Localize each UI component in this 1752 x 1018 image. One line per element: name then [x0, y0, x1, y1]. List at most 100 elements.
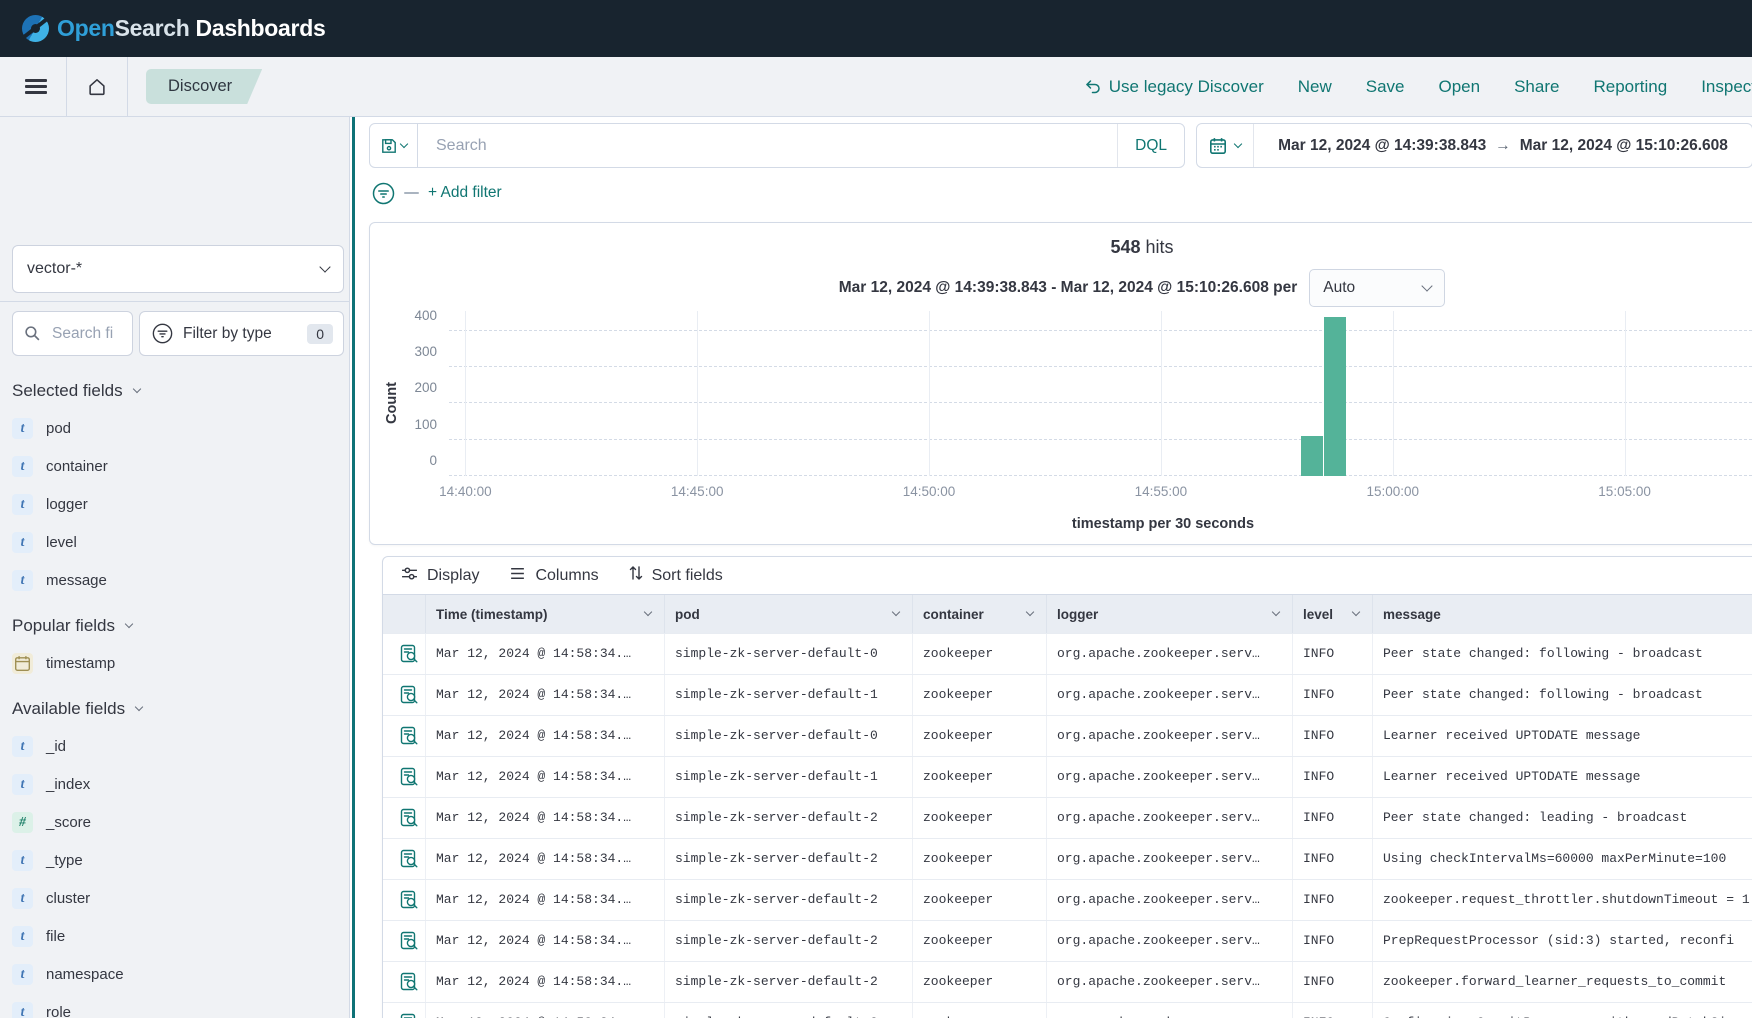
save-icon	[381, 138, 397, 154]
x-gridline	[1393, 311, 1394, 476]
cell-container: zookeeper	[912, 962, 1046, 1002]
field-name: cluster	[46, 890, 90, 907]
menu-item-inspect[interactable]: Inspect	[1701, 77, 1752, 97]
add-filter-button[interactable]: + Add filter	[428, 184, 502, 202]
chevron-down-icon	[135, 703, 143, 711]
sidebar-field-item-role[interactable]: trole	[12, 1001, 344, 1018]
column-header-message[interactable]: message	[1372, 595, 1752, 633]
column-header-level[interactable]: level	[1292, 595, 1372, 633]
filter-by-type-button[interactable]: Filter by type 0	[139, 311, 344, 356]
y-tick-label: 200	[397, 380, 437, 395]
column-header-pod[interactable]: pod	[664, 595, 912, 633]
dql-button[interactable]: DQL	[1117, 124, 1184, 167]
inspect-document-button[interactable]	[399, 808, 420, 829]
column-header-label: level	[1303, 607, 1333, 622]
cell-container: zookeeper	[912, 839, 1046, 879]
string-field-icon: t	[12, 926, 33, 947]
menu-item-use-legacy-discover[interactable]: Use legacy Discover	[1085, 77, 1264, 97]
histogram-bar[interactable]	[1301, 436, 1323, 476]
x-gridline	[929, 311, 930, 476]
display-button[interactable]: Display	[401, 565, 479, 587]
sidebar-field-item-id[interactable]: t_id	[12, 735, 344, 757]
opensearch-logo-icon[interactable]	[22, 15, 49, 42]
inspect-document-icon	[399, 767, 420, 788]
menu-item-label: Reporting	[1593, 77, 1667, 97]
brand-wordmark: OpenSearchDashboards	[57, 15, 325, 42]
histogram: Count 010020030040014:40:0014:45:0014:50…	[370, 311, 1752, 543]
sidebar-field-sections: Selected fields tpod tcontainer tlogger tlev…	[12, 381, 344, 1018]
inspect-document-button[interactable]	[399, 849, 420, 870]
date-range[interactable]: Mar 12, 2024 @ 14:39:38.843→Mar 12, 2024…	[1254, 137, 1752, 155]
toolbar-divider	[66, 57, 67, 117]
menu-item-save[interactable]: Save	[1366, 77, 1405, 97]
x-axis-label: timestamp per 30 seconds	[449, 516, 1752, 532]
sidebar-field-item-logger[interactable]: tlogger	[12, 493, 344, 515]
column-header-container[interactable]: container	[912, 595, 1046, 633]
y-tick-label: 100	[397, 417, 437, 432]
sidebar-section-title-available-fields[interactable]: Available fields	[12, 699, 344, 719]
filter-icon[interactable]	[372, 182, 395, 205]
cell-logger: org.apache.zookeeper.serv…	[1046, 962, 1292, 1002]
menu-item-open[interactable]: Open	[1439, 77, 1481, 97]
sidebar-section-title-selected-fields[interactable]: Selected fields	[12, 381, 344, 401]
inspect-document-button[interactable]	[399, 890, 420, 911]
cell-level: INFO	[1292, 675, 1372, 715]
inspect-document-button[interactable]	[399, 1013, 420, 1018]
hits-subtitle: Mar 12, 2024 @ 14:39:38.843 - Mar 12, 20…	[839, 279, 1298, 297]
sidebar-field-item-pod[interactable]: tpod	[12, 417, 344, 439]
inspect-document-button[interactable]	[399, 972, 420, 993]
menu-button[interactable]	[16, 67, 56, 107]
inspect-document-button[interactable]	[399, 644, 420, 665]
x-gridline	[697, 311, 698, 476]
field-search-input[interactable]	[50, 324, 124, 344]
sidebar-section-title-popular-fields[interactable]: Popular fields	[12, 616, 344, 636]
home-button[interactable]	[77, 67, 117, 107]
search-input[interactable]	[434, 136, 1117, 156]
menu-item-share[interactable]: Share	[1514, 77, 1559, 97]
field-name: namespace	[46, 966, 124, 983]
cell-container: zookeeper	[912, 880, 1046, 920]
interval-select[interactable]: Auto	[1309, 269, 1445, 307]
date-to[interactable]: Mar 12, 2024 @ 15:10:26.608	[1520, 137, 1728, 154]
column-header-time-timestamp[interactable]: Time (timestamp)	[425, 595, 664, 633]
sidebar-field-item-type[interactable]: t_type	[12, 849, 344, 871]
cell-time: Mar 12, 2024 @ 14:58:34.…	[425, 798, 664, 838]
sidebar-field-item-file[interactable]: tfile	[12, 925, 344, 947]
sidebar-field-item-cluster[interactable]: tcluster	[12, 887, 344, 909]
brand-search: Search	[115, 15, 190, 41]
breadcrumb-discover[interactable]: Discover	[146, 69, 262, 104]
inspect-document-button[interactable]	[399, 767, 420, 788]
expand-cell	[383, 962, 425, 1002]
date-picker-quick-button[interactable]	[1197, 124, 1254, 167]
sidebar-field-item-container[interactable]: tcontainer	[12, 455, 344, 477]
y-gridline	[449, 366, 1752, 367]
sidebar-field-item-index[interactable]: t_index	[12, 773, 344, 795]
date-from[interactable]: Mar 12, 2024 @ 14:39:38.843	[1278, 137, 1486, 154]
sort-icon	[629, 565, 643, 586]
string-field-icon: t	[12, 774, 33, 795]
saved-query-button[interactable]	[370, 124, 418, 167]
columns-button[interactable]: Columns	[509, 565, 598, 587]
inspect-document-button[interactable]	[399, 726, 420, 747]
index-pattern-select[interactable]: vector-*	[12, 245, 344, 293]
filter-circle-icon	[152, 323, 173, 344]
inspect-document-button[interactable]	[399, 931, 420, 952]
inspect-document-button[interactable]	[399, 685, 420, 706]
cell-time: Mar 12, 2024 @ 14:58:34.…	[425, 1003, 664, 1018]
menu-item-new[interactable]: New	[1298, 77, 1332, 97]
cell-logger: org.apache.zookeeper.serv…	[1046, 757, 1292, 797]
y-gridline	[449, 330, 1752, 331]
sidebar-field-item-namespace[interactable]: tnamespace	[12, 963, 344, 985]
sidebar-field-item-timestamp[interactable]: timestamp	[12, 652, 344, 674]
sidebar: vector-* Filter by type 0 Selected field…	[0, 117, 350, 1018]
cell-level: INFO	[1292, 716, 1372, 756]
menu-item-reporting[interactable]: Reporting	[1593, 77, 1667, 97]
sidebar-field-item-level[interactable]: tlevel	[12, 531, 344, 553]
column-header-logger[interactable]: logger	[1046, 595, 1292, 633]
histogram-bar[interactable]	[1324, 317, 1346, 476]
sidebar-field-item-message[interactable]: tmessage	[12, 569, 344, 591]
sort-fields-button[interactable]: Sort fields	[629, 565, 723, 586]
sidebar-field-item-score[interactable]: #_score	[12, 811, 344, 833]
cell-container: zookeeper	[912, 1003, 1046, 1018]
column-header-label: container	[923, 607, 984, 622]
